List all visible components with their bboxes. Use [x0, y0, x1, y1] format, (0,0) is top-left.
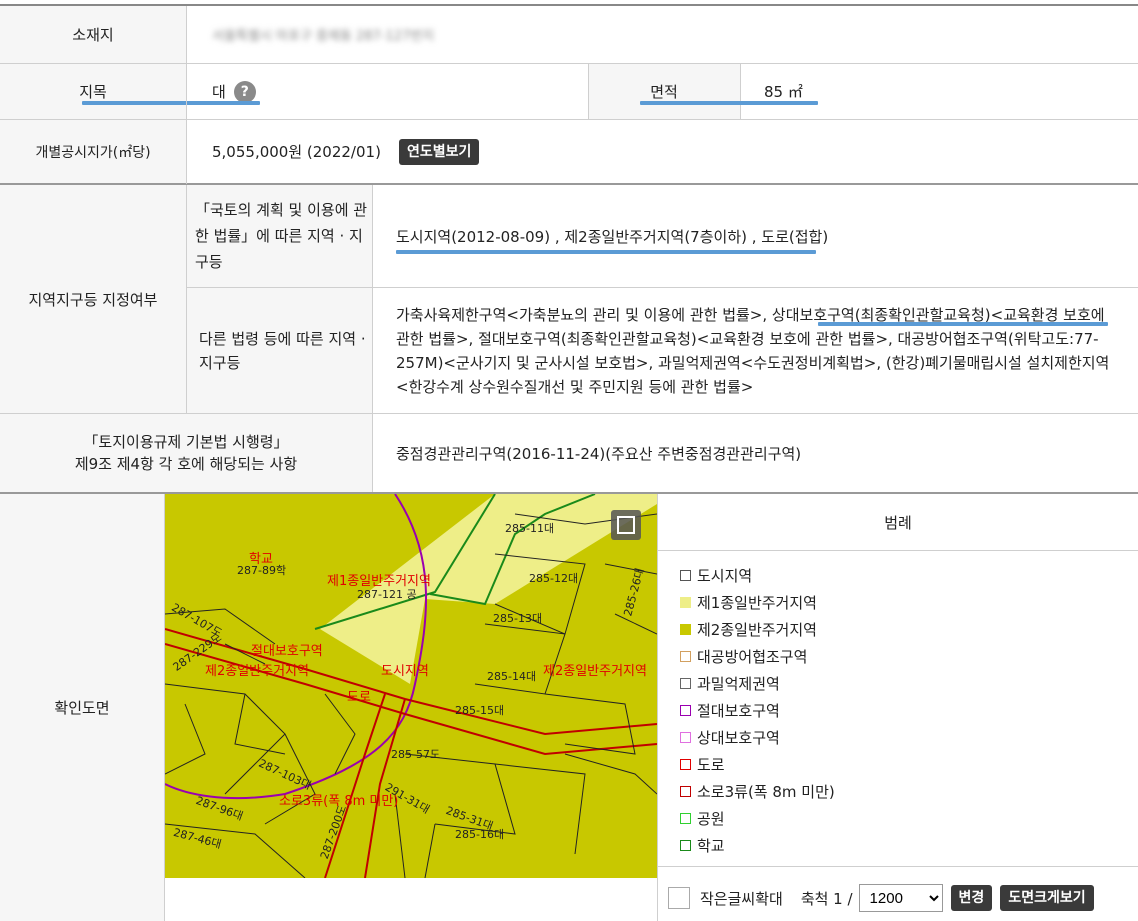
highlight-underline	[640, 101, 818, 105]
location-header: 소재지	[0, 6, 186, 63]
legend-list: 도시지역제1종일반주거지역제2종일반주거지역대공방어협조구역과밀억제권역절대보호…	[680, 562, 1120, 859]
map-label: 확인도면	[54, 699, 110, 717]
legend-swatch	[680, 786, 691, 797]
highlight-underline	[82, 101, 260, 105]
map-label-parcel: 285-11대	[505, 522, 555, 535]
map-label-parcel: 285-57도	[391, 748, 441, 761]
map-label-parcel: 285-14대	[487, 670, 537, 683]
zoning-sub1-value: 도시지역(2012-08-09) , 제2종일반주거지역(7층이하) , 도로(…	[396, 227, 829, 246]
land-category-value: 대	[212, 83, 226, 101]
land-category-label: 지목	[79, 83, 107, 101]
map-controls: 작은글씨확대 축척 1 / 1200 변경 도면크게보기	[668, 880, 1134, 916]
legend-item: 대공방어협조구역	[680, 643, 1120, 670]
legend-item: 상대보호구역	[680, 724, 1120, 751]
map-label-zone2: 제2종일반주거지역	[205, 664, 309, 679]
map-label-parcel: 287-89학	[237, 564, 287, 577]
location-value: 서울특별시 마포구 중제동 287-127번지	[212, 29, 435, 44]
legend-item: 학교	[680, 832, 1120, 859]
zoning-sub1-value-cell: 도시지역(2012-08-09) , 제2종일반주거지역(7층이하) , 도로(…	[396, 185, 1126, 287]
legend-swatch	[680, 759, 691, 770]
enlarge-map-button[interactable]: 도면크게보기	[1000, 885, 1094, 911]
legend-label: 소로3류(폭 8m 미만)	[697, 783, 835, 801]
zoning-label: 지역지구등 지정여부	[28, 290, 158, 309]
highlight-underline	[818, 322, 1108, 326]
change-button[interactable]: 변경	[950, 885, 993, 911]
legend-label: 제2종일반주거지역	[697, 621, 817, 639]
legend-item: 절대보호구역	[680, 697, 1120, 724]
small-text-checkbox[interactable]	[668, 887, 690, 909]
legend-swatch	[680, 570, 691, 581]
area-value-cell: 85 ㎡	[764, 64, 1064, 119]
zoning-sub2-header: 다른 법령 등에 따른 지역 · 지구등	[187, 288, 372, 413]
legend-item: 과밀억제권역	[680, 670, 1120, 697]
legend-title: 범례	[884, 513, 912, 532]
zoning-sub2-label: 다른 법령 등에 따른 지역 · 지구등	[199, 329, 366, 372]
area-label: 면적	[650, 83, 678, 101]
map-label-parcel: 287-121 공	[357, 588, 417, 601]
map-label-zone2: 제2종일반주거지역	[543, 664, 647, 679]
zoning-sub2-value-cell: 가축사육제한구역<가축분뇨의 관리 및 이용에 관한 법률>, 상대보호구역(최…	[396, 288, 1116, 413]
area-value: 85 ㎡	[764, 83, 803, 101]
legend-label: 도시지역	[697, 567, 753, 585]
official-price-value: 5,055,000원 (2022/01)	[212, 143, 381, 161]
legend-label: 과밀억제권역	[697, 675, 780, 693]
legend-swatch	[680, 597, 691, 608]
legend-label: 상대보호구역	[697, 729, 780, 747]
legend-item: 소로3류(폭 8m 미만)	[680, 778, 1120, 805]
official-price-value-cell: 5,055,000원 (2022/01) 연도별보기	[212, 120, 812, 183]
map-label-absolute-zone: 절대보호구역	[251, 644, 323, 659]
legend-swatch	[680, 624, 691, 635]
zoning-sub1-label: 「국토의 계획 및 이용에 관한 법률」에 따른 지역 · 지구등	[195, 201, 368, 271]
map-image[interactable]: 학교 287-89학 제1종일반주거지역 287-121 공 절대보호구역 제2…	[165, 494, 657, 878]
legend-item: 도시지역	[680, 562, 1120, 589]
regulation-value-cell: 중점경관관리구역(2016-11-24)(주요산 주변중점경관관리구역)	[396, 414, 1126, 492]
map-label-road: 도로	[347, 690, 371, 705]
regulation-value: 중점경관관리구역(2016-11-24)(주요산 주변중점경관관리구역)	[396, 444, 802, 463]
location-label: 소재지	[72, 26, 114, 44]
expand-icon[interactable]	[611, 510, 641, 540]
regulation-label-line2: 제9조 제4항 각 호에 해당되는 사항	[74, 455, 298, 473]
official-price-header: 개별공시지가(㎡당)	[0, 120, 186, 183]
scale-select[interactable]: 1200	[858, 884, 943, 912]
map-label-parcel: 285-12대	[529, 572, 579, 585]
zoning-sub1-header: 「국토의 계획 및 이용에 관한 법률」에 따른 지역 · 지구등	[187, 185, 372, 287]
legend-header: 범례	[658, 494, 1138, 550]
location-value-cell: 서울특별시 마포구 중제동 287-127번지	[212, 6, 612, 63]
legend-label: 대공방어협조구역	[697, 648, 808, 666]
land-category-value-cell: 대 ?	[212, 64, 512, 119]
map-header: 확인도면	[0, 494, 164, 921]
official-price-label: 개별공시지가(㎡당)	[35, 144, 151, 161]
legend-item: 도로	[680, 751, 1120, 778]
legend-swatch	[680, 705, 691, 716]
legend-swatch	[680, 840, 691, 851]
land-category-header: 지목	[0, 64, 186, 119]
map-label-parcel: 285-15대	[455, 704, 505, 717]
legend-label: 절대보호구역	[697, 702, 780, 720]
legend-item: 공원	[680, 805, 1120, 832]
map-label-urban: 도시지역	[381, 664, 429, 679]
zoning-sub2-value: 가축사육제한구역<가축분뇨의 관리 및 이용에 관한 법률>, 상대보호구역(최…	[396, 305, 1110, 396]
help-icon[interactable]: ?	[233, 80, 256, 103]
area-header: 면적	[588, 64, 740, 119]
yearly-view-button[interactable]: 연도별보기	[398, 138, 480, 165]
legend-label: 학교	[697, 837, 725, 855]
regulation-header: 「토지이용규제 기본법 시행령」 제9조 제4항 각 호에 해당되는 사항	[0, 414, 372, 492]
legend-swatch	[680, 732, 691, 743]
legend-swatch	[680, 813, 691, 824]
map-label-parcel: 285-13대	[493, 612, 543, 625]
highlight-underline	[396, 250, 816, 254]
legend-item: 제2종일반주거지역	[680, 616, 1120, 643]
legend-label: 도로	[697, 756, 725, 774]
legend-item: 제1종일반주거지역	[680, 589, 1120, 616]
legend-label: 제1종일반주거지역	[697, 594, 817, 612]
legend-swatch	[680, 678, 691, 689]
regulation-label-line1: 「토지이용규제 기본법 시행령」	[83, 433, 289, 451]
small-text-label: 작은글씨확대	[700, 889, 783, 908]
map-bottom-space	[165, 878, 657, 921]
scale-label: 축척 1 /	[800, 889, 853, 908]
zoning-header: 지역지구등 지정여부	[0, 185, 186, 413]
legend-swatch	[680, 651, 691, 662]
legend-label: 공원	[697, 810, 725, 828]
